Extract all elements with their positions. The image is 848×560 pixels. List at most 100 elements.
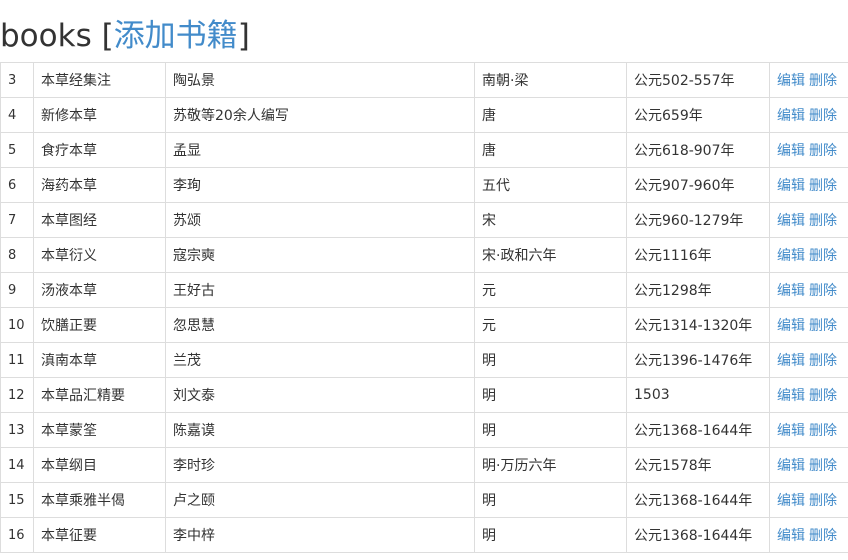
page-title-text: books	[0, 18, 92, 54]
book-dynasty-cell: 明	[474, 377, 627, 413]
book-dynasty-cell: 南朝·梁	[474, 62, 627, 98]
book-name-cell: 本草乘雅半偈	[33, 482, 166, 518]
table-row: 12 本草品汇精要 刘文泰明 1503 编辑 删除	[0, 377, 848, 413]
book-id-cell: 3	[0, 62, 34, 98]
book-name-cell: 汤液本草	[33, 272, 166, 308]
delete-link[interactable]: 删除	[809, 108, 837, 124]
books-table-body: 3 本草经集注 陶弘景 南朝·梁 公元502-557年 编辑 删除 4 新修本草 苏敬等20余人编…	[0, 62, 848, 553]
edit-link[interactable]: 编辑	[777, 318, 805, 334]
edit-link[interactable]: 编辑	[777, 108, 805, 124]
delete-link[interactable]: 删除	[809, 248, 837, 264]
edit-link[interactable]: 编辑	[777, 143, 805, 159]
table-row: 11 滇南本草 兰茂明公元1396-1476年 编辑 删除	[0, 342, 848, 378]
edit-link[interactable]: 编辑	[777, 528, 805, 544]
book-dynasty-cell: 元	[474, 272, 627, 308]
book-actions-cell: 编辑 删除	[769, 132, 848, 168]
book-name-cell: 本草纲目	[33, 447, 166, 483]
book-author-cell: 李中梓	[165, 517, 475, 553]
table-row: 15 本草乘雅半偈 卢之颐明公元1368-1644年 编辑 删除	[0, 482, 848, 518]
book-period-cell: 公元1368-1644年	[626, 412, 770, 448]
book-actions-cell: 编辑 删除	[769, 482, 848, 518]
book-dynasty-cell: 五代	[474, 167, 627, 203]
book-period-cell: 公元502-557年	[626, 62, 770, 98]
edit-link[interactable]: 编辑	[777, 283, 805, 299]
book-dynasty-cell: 明	[474, 517, 627, 553]
table-row: 9 汤液本草 王好古元公元1298年 编辑 删除	[0, 272, 848, 308]
book-period-cell: 公元618-907年	[626, 132, 770, 168]
book-author-cell: 兰茂	[165, 342, 475, 378]
book-period-cell: 公元659年	[626, 97, 770, 133]
delete-link[interactable]: 删除	[809, 178, 837, 194]
book-actions-cell: 编辑 删除	[769, 272, 848, 308]
book-name-cell: 本草蒙筌	[33, 412, 166, 448]
book-period-cell: 公元907-960年	[626, 167, 770, 203]
book-period-cell: 公元1314-1320年	[626, 307, 770, 343]
book-author-cell: 李珣	[165, 167, 475, 203]
book-author-cell: 陈嘉谟	[165, 412, 475, 448]
edit-link[interactable]: 编辑	[777, 493, 805, 509]
edit-link[interactable]: 编辑	[777, 248, 805, 264]
page-title: books [添加书籍]	[0, 14, 250, 58]
edit-link[interactable]: 编辑	[777, 423, 805, 439]
book-dynasty-cell: 宋	[474, 202, 627, 238]
book-id-cell: 9	[0, 272, 34, 308]
book-author-cell: 寇宗奭	[165, 237, 475, 273]
books-table: 3 本草经集注 陶弘景 南朝·梁 公元502-557年 编辑 删除 4 新修本草 苏敬等20余人编…	[0, 62, 848, 553]
book-period-cell: 公元1368-1644年	[626, 482, 770, 518]
book-period-cell: 公元960-1279年	[626, 202, 770, 238]
book-period-cell: 公元1298年	[626, 272, 770, 308]
book-actions-cell: 编辑 删除	[769, 412, 848, 448]
delete-link[interactable]: 删除	[809, 283, 837, 299]
delete-link[interactable]: 删除	[809, 528, 837, 544]
delete-link[interactable]: 删除	[809, 458, 837, 474]
book-dynasty-cell: 唐	[474, 97, 627, 133]
edit-link[interactable]: 编辑	[777, 213, 805, 229]
book-id-cell: 13	[0, 412, 34, 448]
bracket-close: ]	[237, 18, 250, 54]
book-period-cell: 1503	[626, 377, 770, 413]
book-author-cell: 忽思慧	[165, 307, 475, 343]
delete-link[interactable]: 删除	[809, 213, 837, 229]
book-name-cell: 食疗本草	[33, 132, 166, 168]
table-row: 4 新修本草 苏敬等20余人编写唐公元659年 编辑 删除	[0, 97, 848, 133]
book-actions-cell: 编辑 删除	[769, 517, 848, 553]
book-id-cell: 16	[0, 517, 34, 553]
book-actions-cell: 编辑 删除	[769, 237, 848, 273]
edit-link[interactable]: 编辑	[777, 458, 805, 474]
book-author-cell: 李时珍	[165, 447, 475, 483]
delete-link[interactable]: 删除	[809, 493, 837, 509]
book-period-cell: 公元1116年	[626, 237, 770, 273]
book-actions-cell: 编辑 删除	[769, 307, 848, 343]
delete-link[interactable]: 删除	[809, 318, 837, 334]
delete-link[interactable]: 删除	[809, 423, 837, 439]
delete-link[interactable]: 删除	[809, 143, 837, 159]
book-id-cell: 8	[0, 237, 34, 273]
table-row: 5 食疗本草 孟显唐公元618-907年 编辑 删除	[0, 132, 848, 168]
book-name-cell: 本草经集注	[33, 62, 166, 98]
table-row: 10 饮膳正要 忽思慧元公元1314-1320年 编辑 删除	[0, 307, 848, 343]
book-author-cell: 王好古	[165, 272, 475, 308]
delete-link[interactable]: 删除	[809, 388, 837, 404]
book-period-cell: 公元1396-1476年	[626, 342, 770, 378]
book-id-cell: 12	[0, 377, 34, 413]
book-author-cell: 卢之颐	[165, 482, 475, 518]
book-author-cell: 刘文泰	[165, 377, 475, 413]
book-name-cell: 海药本草	[33, 167, 166, 203]
book-actions-cell: 编辑 删除	[769, 377, 848, 413]
add-book-link[interactable]: 添加书籍	[114, 18, 238, 54]
delete-link[interactable]: 删除	[809, 353, 837, 369]
book-id-cell: 4	[0, 97, 34, 133]
delete-link[interactable]: 删除	[809, 73, 837, 89]
edit-link[interactable]: 编辑	[777, 388, 805, 404]
table-row: 7 本草图经 苏颂宋公元960-1279年 编辑 删除	[0, 202, 848, 238]
edit-link[interactable]: 编辑	[777, 353, 805, 369]
table-row: 6 海药本草 李珣 五代 公元907-960年 编辑 删除	[0, 167, 848, 203]
edit-link[interactable]: 编辑	[777, 178, 805, 194]
edit-link[interactable]: 编辑	[777, 73, 805, 89]
book-dynasty-cell: 元	[474, 307, 627, 343]
book-id-cell: 14	[0, 447, 34, 483]
book-author-cell: 孟显	[165, 132, 475, 168]
book-actions-cell: 编辑 删除	[769, 202, 848, 238]
book-id-cell: 10	[0, 307, 34, 343]
bracket-open: [	[101, 18, 114, 54]
